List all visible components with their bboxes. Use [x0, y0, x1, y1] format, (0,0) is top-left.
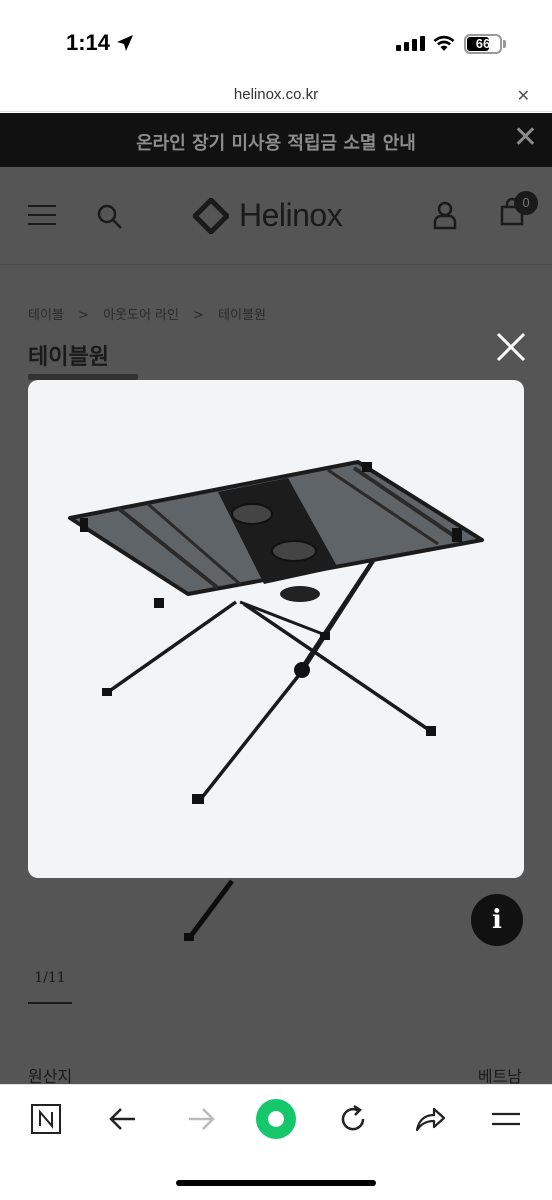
naver-home-icon[interactable]: [30, 1103, 62, 1135]
info-icon[interactable]: i: [471, 894, 523, 946]
green-dot-icon[interactable]: [256, 1099, 296, 1139]
image-pager: 1/11: [34, 970, 66, 986]
product-title: 테이블원: [28, 345, 109, 370]
reload-icon[interactable]: [338, 1103, 368, 1135]
home-indicator: [176, 1180, 376, 1186]
breadcrumb-item[interactable]: 테이블원: [218, 308, 266, 323]
location-arrow-icon: [117, 35, 133, 51]
share-icon[interactable]: [414, 1103, 446, 1135]
helinox-logo[interactable]: Helinox: [193, 197, 343, 234]
menu-icon[interactable]: [490, 1103, 522, 1135]
url-close-icon[interactable]: ✕: [517, 86, 530, 105]
cellular-signal-icon: [396, 36, 425, 51]
table-product-image: [68, 460, 484, 804]
page: 1:14 66 helinox.co.kr ✕ 온라인 장기 미사용 적립금 소…: [0, 0, 552, 1200]
site-header: Helinox 0: [0, 167, 552, 265]
product-image-background: [184, 879, 234, 941]
breadcrumb-separator: >: [78, 308, 89, 323]
back-arrow-icon[interactable]: [108, 1103, 138, 1135]
forward-arrow-icon[interactable]: [186, 1103, 216, 1135]
user-icon[interactable]: [432, 200, 458, 230]
notice-banner[interactable]: 온라인 장기 미사용 적립금 소멸 안내 ✕: [0, 113, 552, 167]
cart-count-badge: 0: [514, 191, 538, 215]
notice-text[interactable]: 온라인 장기 미사용 적립금 소멸 안내: [0, 129, 552, 155]
breadcrumb: 테이블 > 아웃도어 라인 > 테이블원: [28, 304, 276, 323]
hamburger-icon[interactable]: [28, 205, 56, 227]
close-icon[interactable]: [494, 330, 528, 364]
battery-cap: [503, 40, 506, 48]
status-time: 1:14: [66, 30, 111, 55]
url-text[interactable]: helinox.co.kr: [0, 86, 552, 103]
battery-level: 66: [475, 36, 491, 51]
status-bar: 1:14 66: [0, 0, 552, 82]
notice-close-icon[interactable]: ✕: [513, 123, 538, 153]
breadcrumb-separator: >: [193, 308, 205, 323]
battery-icon: 66: [464, 34, 502, 54]
image-modal: [28, 380, 524, 878]
pager-underline: [28, 1002, 72, 1004]
logo-diamond-icon: [193, 197, 229, 234]
logo-text: Helinox: [239, 197, 343, 233]
url-bar[interactable]: helinox.co.kr ✕: [0, 82, 552, 112]
breadcrumb-item[interactable]: 테이블: [28, 308, 64, 323]
wifi-icon: [433, 35, 455, 51]
breadcrumb-item[interactable]: 아웃도어 라인: [103, 308, 179, 323]
search-icon[interactable]: [96, 203, 124, 231]
